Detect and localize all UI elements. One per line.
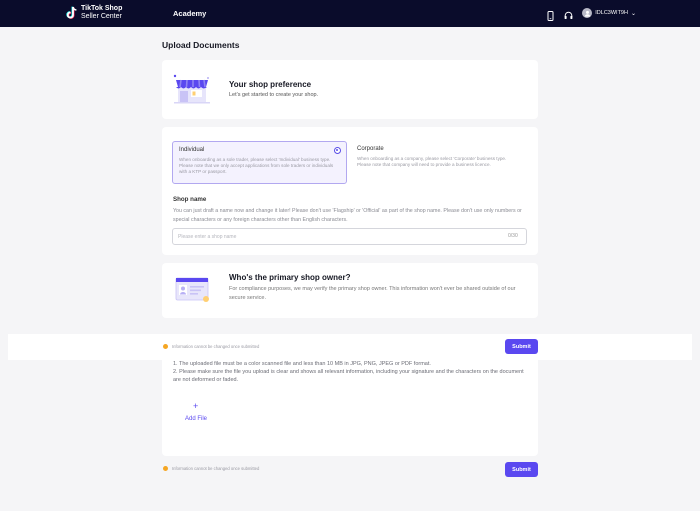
tiktok-shop-logo[interactable]: TikTok Shop Seller Center bbox=[66, 5, 122, 20]
individual-option-title: Individual bbox=[179, 147, 205, 153]
account-menu[interactable]: IDLC3WIT9H ⌄ bbox=[582, 8, 636, 18]
shop-name-input[interactable] bbox=[172, 228, 527, 245]
user-icon bbox=[584, 10, 590, 17]
page-title: Upload Documents bbox=[162, 40, 240, 50]
shop-name-char-counter: 0/30 bbox=[508, 233, 518, 239]
shop-preference-card bbox=[162, 60, 538, 119]
top-navigation-bar: TikTok Shop Seller Center Academy IDLC3W… bbox=[0, 0, 700, 27]
headset-icon[interactable] bbox=[564, 8, 573, 19]
cannot-change-notice-bottom: Information cannot be changed once submi… bbox=[172, 466, 260, 471]
id-card-illustration bbox=[175, 276, 211, 304]
phone-icon[interactable] bbox=[546, 8, 555, 21]
business-type-corporate-option[interactable]: Corporate When onboarding as a company, … bbox=[351, 141, 526, 184]
nav-academy[interactable]: Academy bbox=[173, 9, 206, 18]
upload-requirement-1: 1. The uploaded file must be a color sca… bbox=[173, 361, 431, 367]
shop-name-help-text: You can just draft a name now and change… bbox=[173, 208, 522, 223]
cannot-change-notice: Information cannot be changed once submi… bbox=[172, 344, 260, 349]
tiktok-icon bbox=[66, 6, 78, 20]
submit-button-bottom[interactable]: Submit bbox=[505, 462, 538, 477]
plus-icon[interactable]: + bbox=[193, 401, 198, 411]
preference-title: Your shop preference bbox=[229, 80, 312, 89]
corporate-option-title: Corporate bbox=[357, 146, 384, 152]
warning-icon bbox=[163, 344, 168, 349]
chevron-down-icon: ⌄ bbox=[630, 10, 636, 17]
add-file-button[interactable]: Add File bbox=[185, 416, 207, 422]
shop-name-label: Shop name bbox=[173, 196, 207, 203]
warning-icon bbox=[163, 466, 168, 471]
username: IDLC3WIT9H bbox=[595, 10, 628, 16]
shop-storefront-illustration bbox=[172, 72, 212, 106]
radio-selected-icon[interactable] bbox=[334, 147, 341, 154]
primary-owner-title: Who's the primary shop owner? bbox=[229, 273, 351, 282]
individual-option-description: When onboarding as a sole trader, please… bbox=[179, 157, 334, 175]
primary-owner-subtitle: For compliance purposes, we may verify t… bbox=[229, 286, 516, 301]
preference-subtitle: Let's get started to create your shop. bbox=[229, 92, 319, 98]
brand-name: TikTok Shop Seller Center bbox=[81, 5, 122, 20]
upload-requirement-2: 2. Please make sure the file you upload … bbox=[173, 369, 524, 383]
corporate-option-description: When onboarding as a company, please sel… bbox=[357, 156, 507, 168]
brand-line2: Seller Center bbox=[81, 12, 122, 20]
brand-line1: TikTok Shop bbox=[81, 5, 123, 12]
avatar bbox=[582, 8, 593, 18]
business-type-individual-option[interactable]: Individual When onboarding as a sole tra… bbox=[172, 141, 347, 184]
submit-button[interactable]: Submit bbox=[505, 339, 538, 354]
top-right-actions: IDLC3WIT9H ⌄ bbox=[546, 8, 636, 21]
